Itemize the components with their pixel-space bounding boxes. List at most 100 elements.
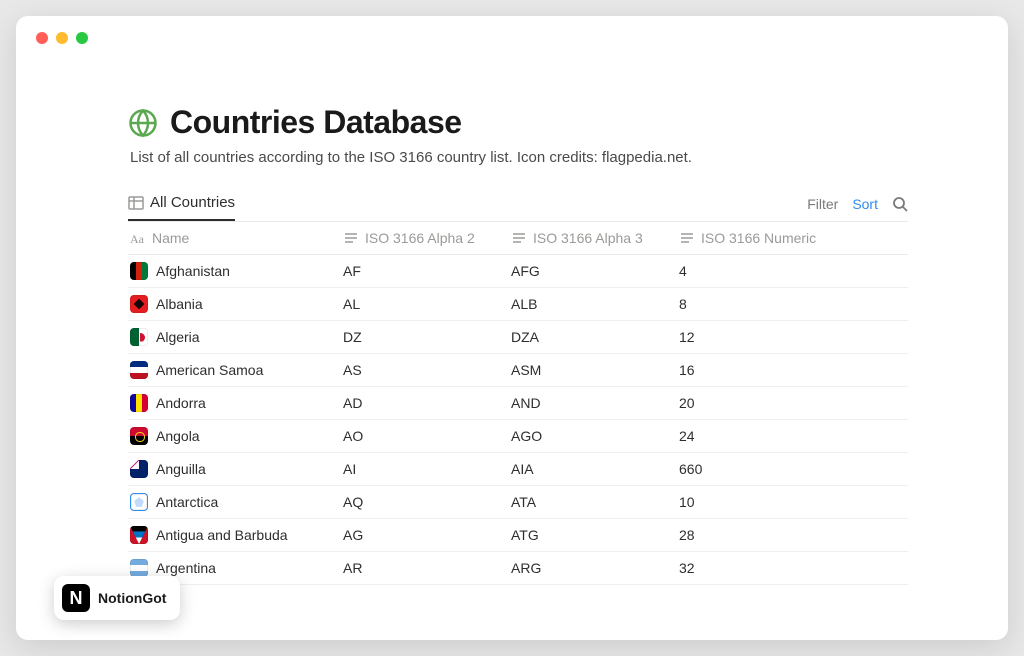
cell-alpha3: ARG (511, 560, 679, 576)
text-property-icon: Aa (130, 230, 146, 246)
cell-name: American Samoa (128, 361, 343, 379)
search-button[interactable] (892, 196, 908, 212)
page-content: Countries Database List of all countries… (16, 16, 1008, 585)
filter-button[interactable]: Filter (807, 196, 838, 212)
page-header: Countries Database (128, 104, 908, 141)
cell-name: Afghanistan (128, 262, 343, 280)
cell-alpha3: AIA (511, 461, 679, 477)
table-row[interactable]: Afghanistan AFAFG4 (128, 255, 908, 288)
cell-alpha3: ALB (511, 296, 679, 312)
table-row[interactable]: AngolaAOAGO24 (128, 420, 908, 453)
cell-alpha2: AS (343, 362, 511, 378)
cell-alpha2: AG (343, 527, 511, 543)
country-name: Anguilla (156, 461, 206, 477)
cell-alpha2: AQ (343, 494, 511, 510)
page-subtitle: List of all countries according to the I… (130, 149, 908, 166)
country-name: American Samoa (156, 362, 263, 378)
notiongot-badge[interactable]: N NotionGot (54, 576, 180, 620)
lines-icon (511, 230, 527, 246)
notiongot-logo-icon: N (62, 584, 90, 612)
page-title: Countries Database (170, 104, 462, 141)
cell-numeric: 20 (679, 395, 908, 411)
flag-icon (130, 295, 148, 313)
close-window-button[interactable] (36, 32, 48, 44)
flag-icon (130, 328, 148, 346)
lines-icon (343, 230, 359, 246)
table-row[interactable]: Anguilla AIAIA660 (128, 453, 908, 486)
minimize-window-button[interactable] (56, 32, 68, 44)
table-row[interactable]: Andorra ADAND20 (128, 387, 908, 420)
country-name: Antigua and Barbuda (156, 527, 288, 543)
view-actions: Filter Sort (807, 196, 908, 220)
window-controls (36, 32, 88, 44)
cell-numeric: 10 (679, 494, 908, 510)
table-row[interactable]: Antigua and BarbudaAGATG28 (128, 519, 908, 552)
flag-icon (130, 460, 148, 478)
table-row[interactable]: American Samoa ASASM16 (128, 354, 908, 387)
flag-icon (130, 427, 148, 445)
flag-icon (130, 394, 148, 412)
cell-numeric: 660 (679, 461, 908, 477)
cell-numeric: 32 (679, 560, 908, 576)
flag-icon (130, 493, 148, 511)
country-name: Afghanistan (156, 263, 230, 279)
cell-name: Antarctica (128, 493, 343, 511)
country-name: Algeria (156, 329, 200, 345)
cell-name: Andorra (128, 394, 343, 412)
cell-numeric: 16 (679, 362, 908, 378)
cell-name: Argentina (128, 559, 343, 577)
table-column-headers: Aa Name ISO 3166 Alpha 2 ISO 3166 Alpha … (128, 222, 908, 255)
table-row[interactable]: Argentina ARARG32 (128, 552, 908, 585)
table-row[interactable]: Antarctica AQATA10 (128, 486, 908, 519)
globe-icon (128, 108, 158, 138)
country-name: Argentina (156, 560, 216, 576)
flag-icon (130, 526, 148, 544)
column-header-alpha2[interactable]: ISO 3166 Alpha 2 (343, 230, 511, 246)
maximize-window-button[interactable] (76, 32, 88, 44)
cell-numeric: 28 (679, 527, 908, 543)
cell-alpha2: AL (343, 296, 511, 312)
cell-alpha2: AR (343, 560, 511, 576)
cell-alpha2: DZ (343, 329, 511, 345)
cell-numeric: 24 (679, 428, 908, 444)
cell-alpha2: AO (343, 428, 511, 444)
cell-numeric: 12 (679, 329, 908, 345)
tab-label: All Countries (150, 194, 235, 211)
lines-icon (679, 230, 695, 246)
column-header-numeric[interactable]: ISO 3166 Numeric (679, 230, 908, 246)
flag-icon (130, 559, 148, 577)
sort-button[interactable]: Sort (852, 196, 878, 212)
cell-name: Angola (128, 427, 343, 445)
cell-numeric: 8 (679, 296, 908, 312)
table-row[interactable]: Albania ALALB8 (128, 288, 908, 321)
cell-name: Anguilla (128, 460, 343, 478)
app-window: Countries Database List of all countries… (16, 16, 1008, 640)
cell-alpha2: AF (343, 263, 511, 279)
country-name: Albania (156, 296, 203, 312)
cell-alpha2: AD (343, 395, 511, 411)
flag-icon (130, 262, 148, 280)
cell-name: Antigua and Barbuda (128, 526, 343, 544)
column-header-name[interactable]: Aa Name (128, 230, 343, 246)
cell-alpha2: AI (343, 461, 511, 477)
notiongot-label: NotionGot (98, 590, 166, 606)
search-icon (892, 196, 908, 212)
cell-alpha3: ASM (511, 362, 679, 378)
cell-alpha3: ATA (511, 494, 679, 510)
column-header-alpha3[interactable]: ISO 3166 Alpha 3 (511, 230, 679, 246)
cell-alpha3: DZA (511, 329, 679, 345)
cell-numeric: 4 (679, 263, 908, 279)
flag-icon (130, 361, 148, 379)
cell-alpha3: AFG (511, 263, 679, 279)
table-icon (128, 195, 144, 211)
tab-all-countries[interactable]: All Countries (128, 194, 235, 221)
cell-name: Algeria (128, 328, 343, 346)
svg-text:Aa: Aa (130, 232, 145, 246)
country-name: Andorra (156, 395, 206, 411)
table-row[interactable]: Algeria DZDZA12 (128, 321, 908, 354)
cell-alpha3: AND (511, 395, 679, 411)
cell-name: Albania (128, 295, 343, 313)
country-name: Antarctica (156, 494, 218, 510)
view-tabs-bar: All Countries Filter Sort (128, 194, 908, 222)
country-name: Angola (156, 428, 200, 444)
